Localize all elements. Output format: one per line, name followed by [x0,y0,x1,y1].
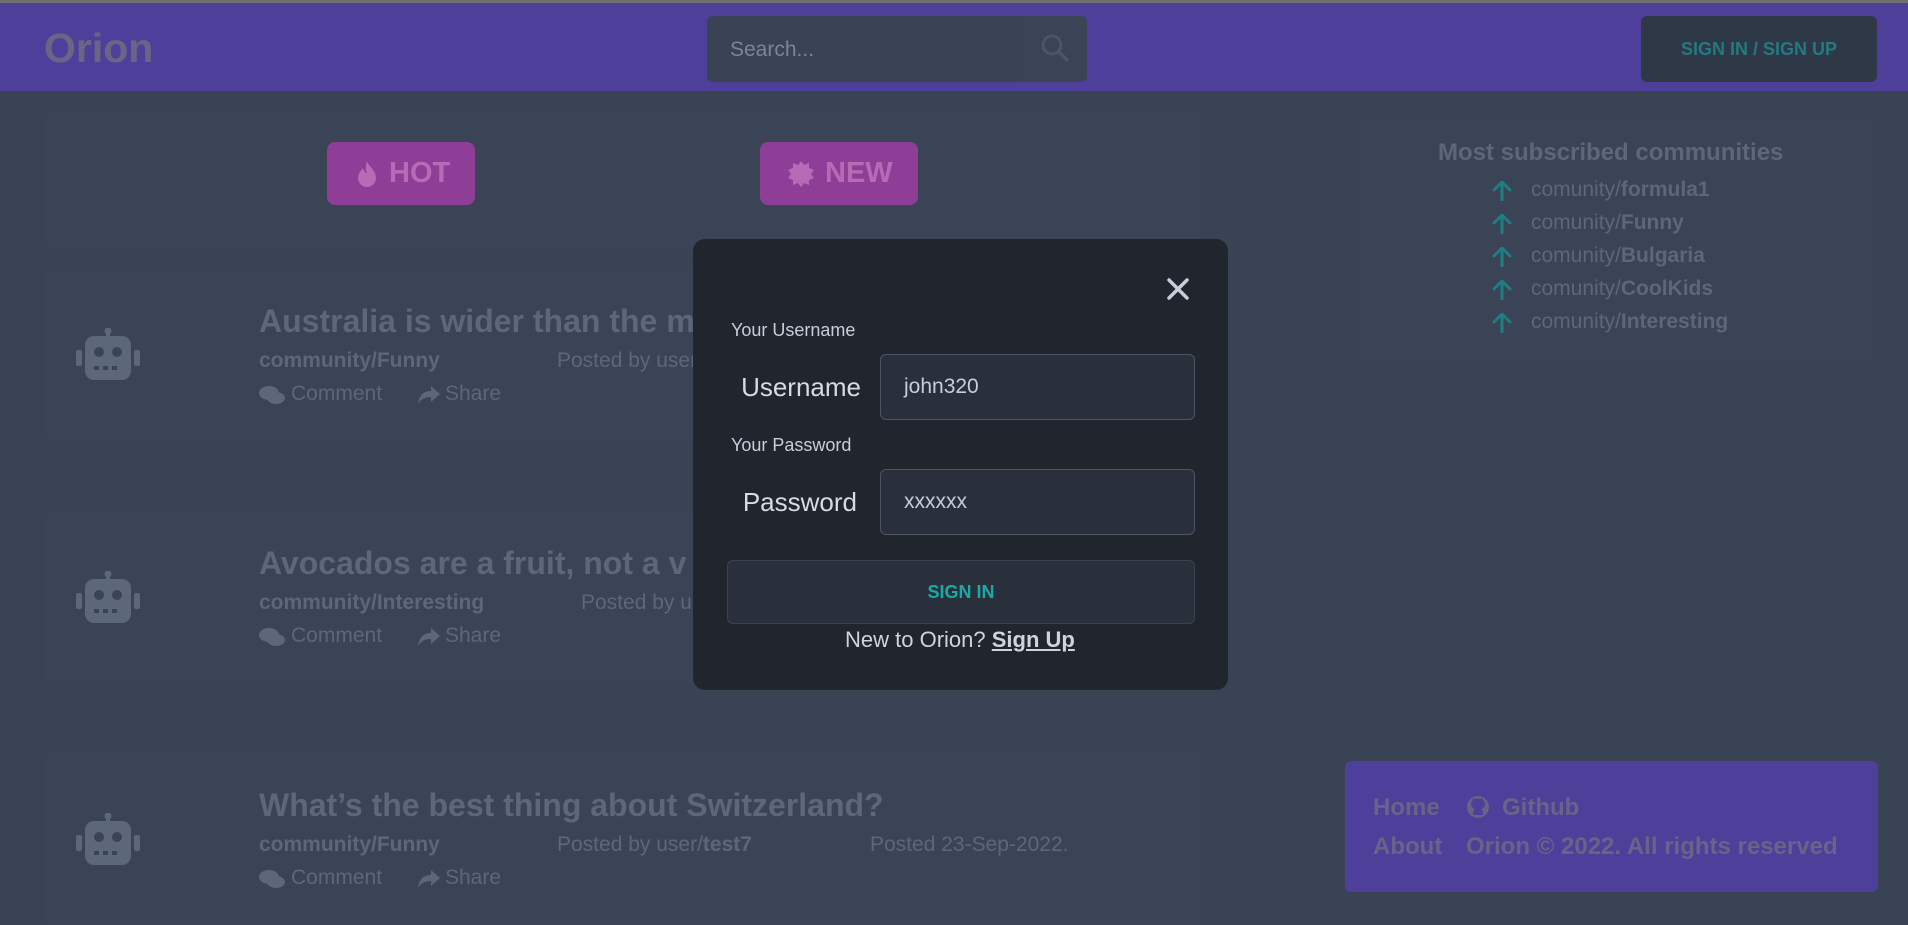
post-author: Posted by u [581,591,692,614]
footer-github-link[interactable]: Github [1502,794,1579,822]
community-item[interactable]: comunity/formula1 [1492,178,1732,206]
footer-home-link[interactable]: Home [1373,794,1440,822]
github-icon [1467,796,1489,818]
sidebar-title: Most subscribed communities [1438,139,1784,166]
share-label: Share [445,382,502,405]
sort-new-label: NEW [825,157,893,189]
community-prefix: comunity/ [1531,211,1621,234]
share-label: Share [445,624,502,647]
username-input[interactable]: john320 [880,354,1195,420]
search-button[interactable] [1023,16,1087,82]
post-date: Posted 23-Sep-2022. [870,833,1069,856]
username-label: Your Username [731,320,856,340]
share-icon [418,628,440,646]
comment-button[interactable]: Comment [259,624,389,650]
post-author: Posted by user [557,349,698,372]
community-name: formula1 [1620,178,1710,201]
share-label: Share [445,866,502,889]
community-prefix: comunity/ [1531,178,1621,201]
community-name: Interesting [1620,310,1729,333]
signup-link[interactable]: Sign Up [992,627,1075,652]
search-input[interactable]: Search... [707,16,1023,82]
share-button[interactable]: Share [417,382,527,408]
signup-prompt-text: New to Orion? [845,627,992,652]
brand-logo[interactable]: Orion [44,25,153,72]
share-icon [418,386,440,404]
post-community-link[interactable]: community/Interesting [259,591,484,615]
sort-new-button[interactable]: NEW [760,142,918,205]
sort-card [44,110,1201,249]
comment-label: Comment [291,624,383,647]
community-prefix: comunity/ [1531,310,1621,333]
close-icon[interactable] [1165,276,1191,302]
comment-button[interactable]: Comment [259,866,389,892]
robot-avatar-icon [76,571,140,623]
comment-label: Comment [291,382,383,405]
password-addon: Password [742,487,857,517]
posted-by-label: Posted by user/ [557,833,703,856]
community-prefix: comunity/ [1531,244,1621,267]
community-prefix: comunity/ [1531,277,1621,300]
post-title[interactable]: Avocados are a fruit, not a v [259,545,686,582]
comments-icon [259,628,285,646]
comments-icon [259,870,285,888]
robot-avatar-icon [76,328,140,380]
community-item[interactable]: comunity/Interesting [1492,310,1732,338]
post-community-link[interactable]: community/Funny [259,349,440,373]
password-label: Your Password [731,435,852,455]
arrow-up-icon [1492,280,1512,300]
fire-icon [358,161,376,187]
share-button[interactable]: Share [417,624,527,650]
share-button[interactable]: Share [417,866,527,892]
community-name: Funny [1620,211,1684,234]
post-author: Posted by user/test7 [557,833,752,857]
community-item[interactable]: comunity/CoolKids [1492,277,1732,305]
search-icon [1041,34,1069,62]
community-name: CoolKids [1620,277,1714,300]
share-icon [418,870,440,888]
arrow-up-icon [1492,247,1512,267]
signin-signup-button[interactable]: SIGN IN / SIGN UP [1641,16,1877,82]
signup-prompt: New to Orion? Sign Up [845,627,1075,653]
robot-avatar-icon [76,813,140,865]
arrow-up-icon [1492,214,1512,234]
post-title[interactable]: Australia is wider than the m [259,303,695,340]
comment-label: Comment [291,866,383,889]
sort-hot-button[interactable]: HOT [327,142,475,205]
comment-button[interactable]: Comment [259,382,389,408]
signin-submit-button[interactable]: SIGN IN [727,560,1195,624]
password-input[interactable]: xxxxxx [880,469,1195,535]
arrow-up-icon [1492,313,1512,333]
top-navbar: Orion Search... SIGN IN / SIGN UP [0,3,1908,91]
footer-copyright: Orion © 2022. All rights reserved [1466,833,1838,860]
sort-hot-label: HOT [389,157,451,189]
community-item[interactable]: comunity/Funny [1492,211,1732,239]
community-item[interactable]: comunity/Bulgaria [1492,244,1732,272]
community-name: Bulgaria [1620,244,1705,267]
footer-panel [1345,761,1878,892]
sun-badge-icon [788,161,814,187]
username-addon: Username [741,372,861,402]
post-community-link[interactable]: community/Funny [259,833,440,857]
footer-about-link[interactable]: About [1373,833,1442,861]
arrow-up-icon [1492,181,1512,201]
post-title[interactable]: What’s the best thing about Switzerland? [259,787,884,824]
post-username[interactable]: test7 [703,833,752,856]
comments-icon [259,386,285,404]
